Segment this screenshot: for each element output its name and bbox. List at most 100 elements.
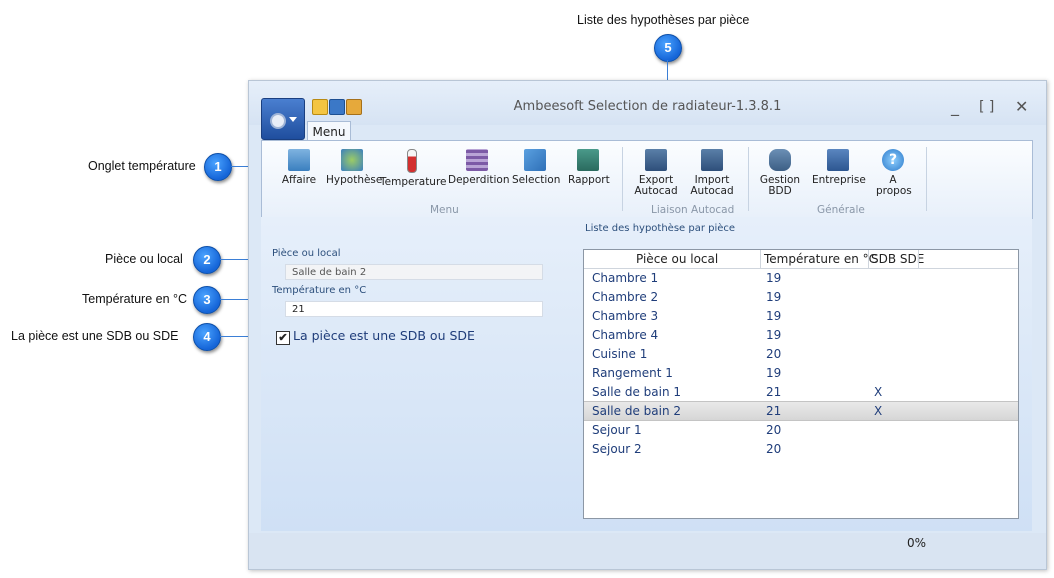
gear-icon (270, 113, 286, 129)
callout-3-badge: 3 (193, 286, 221, 314)
group-divider (748, 147, 749, 211)
database-icon (769, 149, 791, 171)
sdb-checkbox[interactable]: ✔ (276, 331, 290, 345)
group-label-menu: Menu (430, 204, 459, 216)
ribbon-button-label: Temperature (380, 176, 447, 188)
ribbon-apropos-button[interactable]: ? A propos (876, 149, 912, 197)
ribbon-deperdition-button[interactable]: Deperdition (448, 149, 510, 186)
group-label-liaison-autocad: Liaison Autocad (651, 204, 735, 216)
app-window: Ambeesoft Selection de radiateur-1.3.8.1… (248, 80, 1047, 570)
callout-2-label: Pièce ou local (105, 252, 183, 266)
cell-piece: Cuisine 1 (592, 347, 648, 361)
ribbon-affaire-button[interactable]: Affaire (278, 149, 320, 186)
ribbon-button-label: Rapport (568, 174, 610, 186)
status-bar (249, 533, 1046, 569)
column-header-piece[interactable]: Pièce ou local (636, 252, 718, 266)
export-autocad-icon (645, 149, 667, 171)
ribbon-rapport-button[interactable]: Rapport (568, 149, 610, 186)
sdb-checkbox-label: La pièce est une SDB ou SDE (293, 328, 475, 343)
table-row[interactable]: Cuisine 1 20 (584, 345, 1018, 363)
callout-4-label: La pièce est une SDB ou SDE (11, 329, 179, 343)
room-field-label: Pièce ou local (272, 248, 341, 259)
table-row[interactable]: Chambre 4 19 (584, 326, 1018, 344)
ribbon-button-label: Gestion BDD (759, 174, 801, 197)
ribbon-export-autocad-button[interactable]: Export Autocad (634, 149, 678, 197)
callout-5-label: Liste des hypothèses par pièce (577, 13, 750, 27)
ribbon-button-label: Selection (512, 174, 561, 186)
ribbon-button-label: Hypothèse (326, 174, 383, 186)
cell-temperature: 19 (766, 309, 782, 323)
group-divider (926, 147, 927, 211)
ribbon-button-label: Deperdition (448, 174, 510, 186)
cell-temperature: 19 (766, 328, 782, 342)
cursor-select-icon (524, 149, 546, 171)
ribbon-button-label: Affaire (281, 174, 317, 186)
chevron-down-icon (289, 117, 297, 122)
ribbon-button-label: Import Autocad (690, 174, 734, 197)
ribbon: Affaire Hypothèse Temperature Deperditio… (261, 140, 1033, 219)
ribbon-button-label: Export Autocad (634, 174, 678, 197)
table-row[interactable]: Chambre 2 19 (584, 288, 1018, 306)
cell-temperature: 20 (766, 423, 782, 437)
progress-status: 0% (907, 536, 927, 550)
ribbon-selection-button[interactable]: Selection (512, 149, 561, 186)
cell-piece: Chambre 4 (592, 328, 659, 342)
help-icon: ? (882, 149, 904, 171)
building-icon (827, 149, 849, 171)
tab-menu[interactable]: Menu (307, 121, 351, 142)
table-row[interactable]: Sejour 2 20 (584, 440, 1018, 458)
wall-icon (466, 149, 488, 171)
cell-temperature: 20 (766, 442, 782, 456)
temperature-field[interactable]: 21 (285, 301, 543, 317)
ribbon-entreprise-button[interactable]: Entreprise (812, 149, 866, 186)
group-label-generale: Générale (817, 204, 865, 216)
temperature-field-label: Température en °C (272, 285, 367, 296)
maximize-button[interactable]: [ ] (979, 99, 994, 115)
ribbon-button-label: Entreprise (812, 174, 866, 186)
ribbon-gestion-bdd-button[interactable]: Gestion BDD (758, 149, 802, 197)
cell-temperature: 21 (766, 385, 782, 399)
close-button[interactable]: ✕ (1015, 97, 1028, 116)
table-row-selected[interactable]: Salle de bain 2 21 X (584, 401, 1018, 421)
ribbon-button-label: A propos (876, 174, 912, 197)
callout-2-badge: 2 (193, 246, 221, 274)
column-header-sdb-sde[interactable]: SDB SDE (871, 252, 924, 266)
cell-piece: Chambre 3 (592, 309, 659, 323)
cell-piece: Salle de bain 1 (592, 385, 682, 399)
room-field[interactable]: Salle de bain 2 (285, 264, 543, 280)
cell-temperature: 21 (766, 404, 782, 418)
thermometer-icon (407, 149, 417, 173)
column-divider (760, 250, 761, 268)
table-row[interactable]: Chambre 3 19 (584, 307, 1018, 325)
cell-piece: Chambre 2 (592, 290, 659, 304)
cell-sdb: X (874, 385, 883, 399)
ribbon-temperature-button[interactable]: Temperature (380, 149, 447, 188)
briefcase-icon (288, 149, 310, 171)
hypotheses-grid: Pièce ou local Température en °C SDB SDE… (583, 249, 1019, 519)
cell-piece: Rangement 1 (592, 366, 673, 380)
cell-temperature: 19 (766, 290, 782, 304)
cell-temperature: 19 (766, 271, 782, 285)
table-row[interactable]: Chambre 1 19 (584, 269, 1018, 287)
cell-sdb: X (874, 404, 883, 418)
import-autocad-icon (701, 149, 723, 171)
callout-3-label: Température en °C (82, 292, 188, 306)
cell-piece: Sejour 1 (592, 423, 642, 437)
grid-header: Pièce ou local Température en °C SDB SDE (584, 250, 1018, 269)
table-row[interactable]: Salle de bain 1 21 X (584, 383, 1018, 401)
ribbon-import-autocad-button[interactable]: Import Autocad (690, 149, 734, 197)
callout-1-badge: 1 (204, 153, 232, 181)
report-icon (577, 149, 599, 171)
cell-temperature: 20 (766, 347, 782, 361)
table-row[interactable]: Sejour 1 20 (584, 421, 1018, 439)
group-divider (622, 147, 623, 211)
callout-5-badge: 5 (654, 34, 682, 62)
cell-temperature: 19 (766, 366, 782, 380)
column-header-temperature[interactable]: Température en °C (764, 252, 877, 266)
ribbon-hypothese-button[interactable]: Hypothèse (326, 149, 382, 186)
table-row[interactable]: Rangement 1 19 (584, 364, 1018, 382)
column-divider (868, 250, 869, 268)
cell-piece: Salle de bain 2 (592, 404, 682, 418)
cell-piece: Sejour 2 (592, 442, 642, 456)
minimize-button[interactable]: _ (951, 97, 959, 116)
